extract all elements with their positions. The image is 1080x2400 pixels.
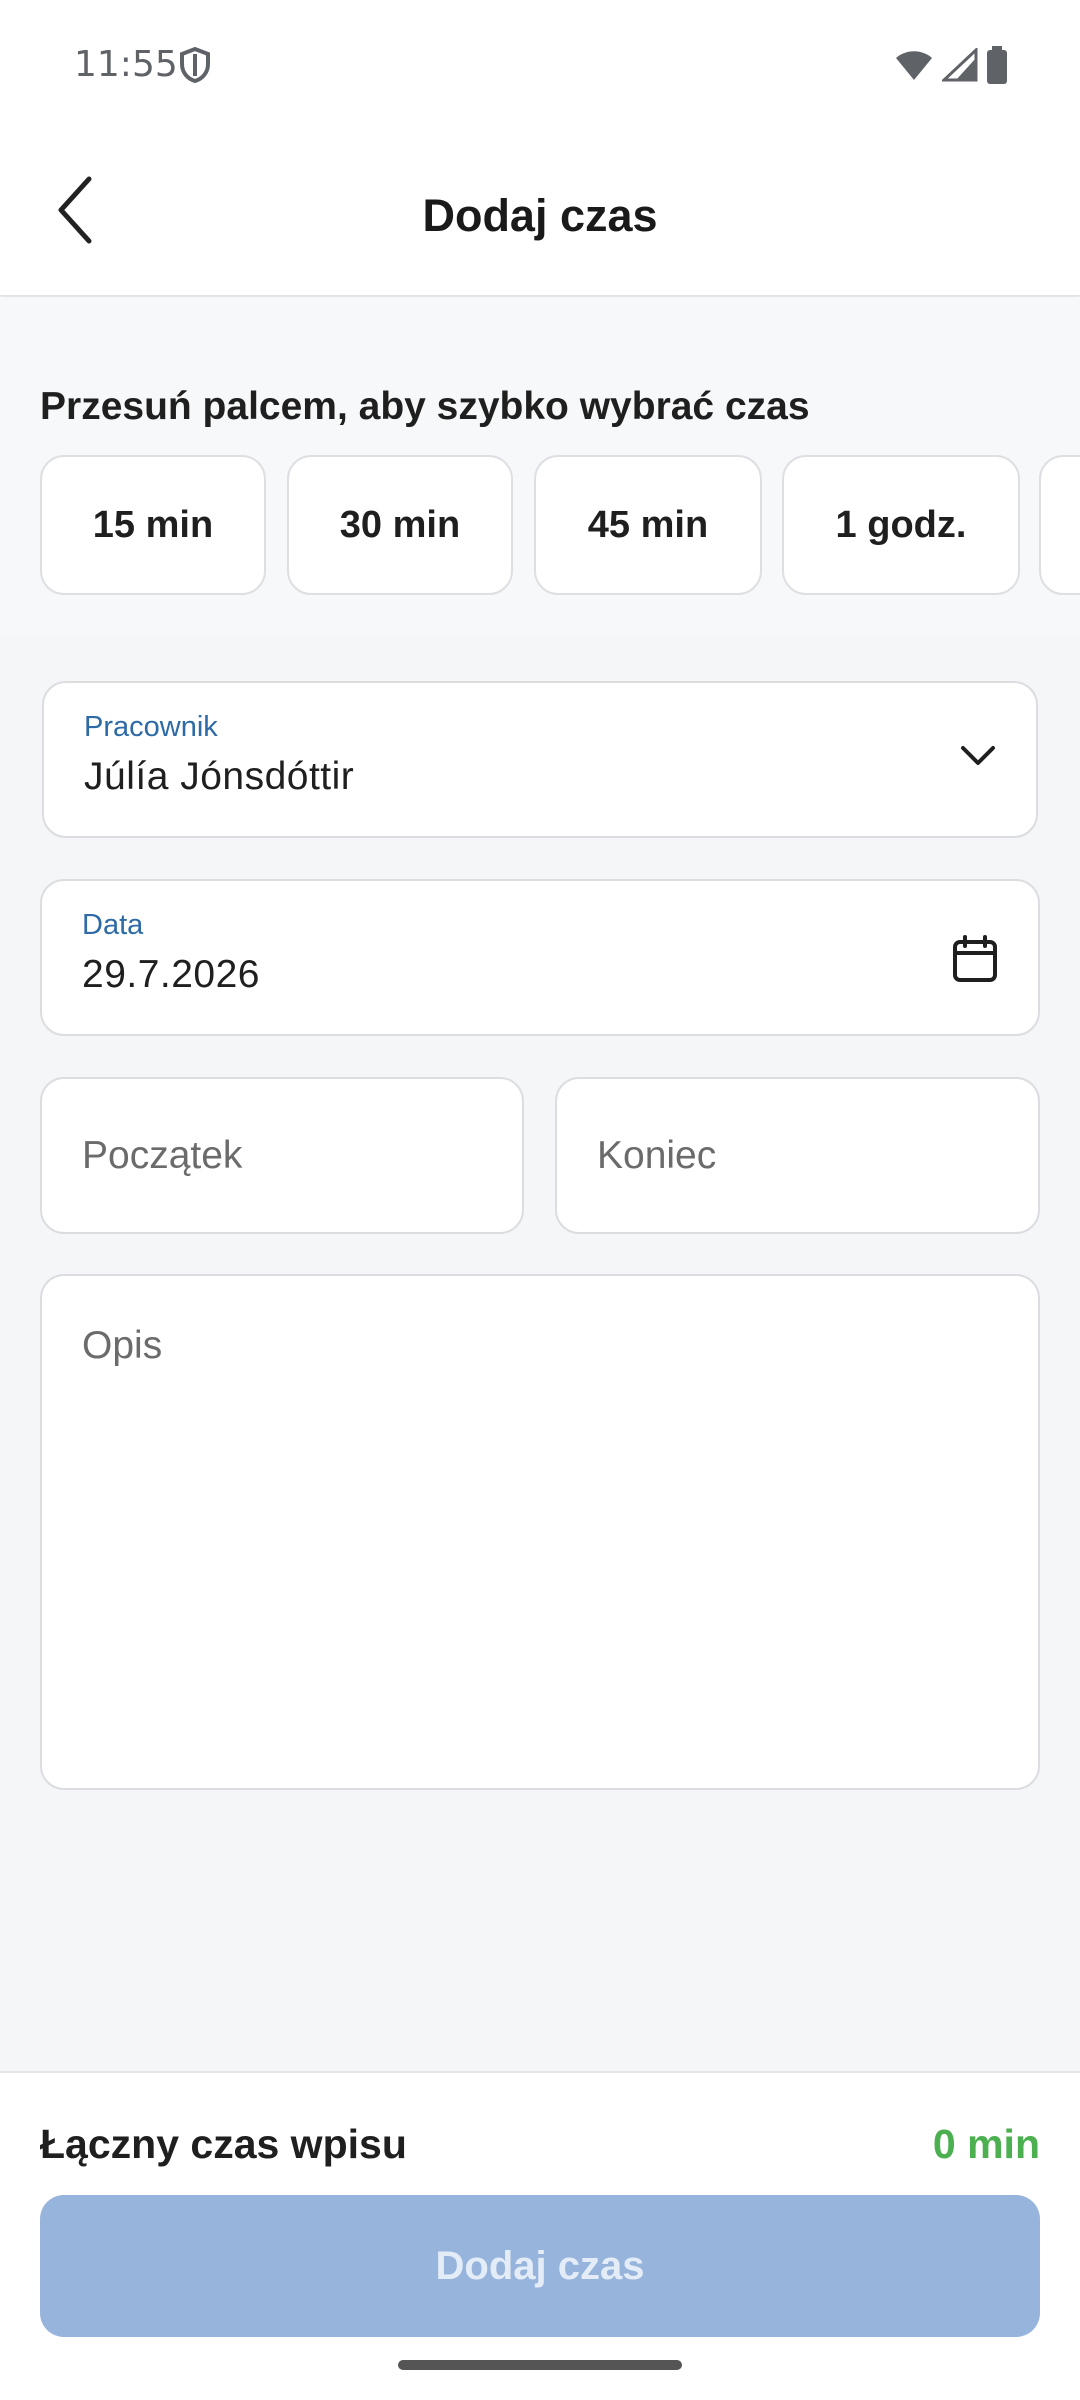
date-value: 29.7.2026 xyxy=(82,953,261,996)
end-time-placeholder: Koniec xyxy=(597,1134,717,1177)
add-time-button[interactable]: Dodaj czas xyxy=(40,2195,1040,2337)
chevron-down-icon xyxy=(961,746,995,765)
status-time: 11:55 xyxy=(74,44,178,85)
signal-icon xyxy=(942,48,978,82)
quick-time-hint: Przesuń palcem, aby szybko wybrać czas xyxy=(40,385,810,428)
chip-15-min[interactable]: 15 min xyxy=(40,455,266,595)
total-time-label: Łączny czas wpisu xyxy=(40,2121,407,2167)
chip-next-partial[interactable] xyxy=(1039,455,1080,595)
total-time-value: 0 min xyxy=(932,2121,1040,2167)
battery-icon xyxy=(987,46,1007,84)
quick-time-chips[interactable]: 15 min 30 min 45 min 1 godz. xyxy=(40,455,1080,597)
page-title: Dodaj czas xyxy=(422,190,658,241)
chip-1-hour[interactable]: 1 godz. xyxy=(782,455,1020,595)
employee-label: Pracownik xyxy=(84,711,218,743)
date-label: Data xyxy=(82,909,144,941)
quick-time-section: Przesuń palcem, aby szybko wybrać czas 1… xyxy=(0,297,1080,637)
bottom-panel: Łączny czas wpisu 0 min Dodaj czas xyxy=(0,2071,1080,2400)
shield-icon xyxy=(180,46,210,84)
employee-select[interactable]: Pracownik Júlía Jónsdóttir xyxy=(42,681,1038,838)
chip-30-min[interactable]: 30 min xyxy=(287,455,513,595)
start-time-field[interactable]: Początek xyxy=(40,1077,524,1234)
start-time-placeholder: Początek xyxy=(82,1134,243,1177)
end-time-field[interactable]: Koniec xyxy=(555,1077,1040,1234)
description-placeholder: Opis xyxy=(82,1324,163,1367)
employee-value: Júlía Jónsdóttir xyxy=(84,755,355,798)
status-bar: 11:55 xyxy=(0,0,1080,130)
description-field[interactable]: Opis xyxy=(40,1274,1040,1790)
chip-45-min[interactable]: 45 min xyxy=(534,455,762,595)
date-field[interactable]: Data 29.7.2026 xyxy=(40,879,1040,1036)
status-icons xyxy=(894,46,1008,84)
wifi-icon xyxy=(896,51,932,80)
calendar-icon[interactable] xyxy=(952,935,998,983)
app-bar: Dodaj czas xyxy=(0,130,1080,296)
home-indicator[interactable] xyxy=(398,2360,682,2370)
